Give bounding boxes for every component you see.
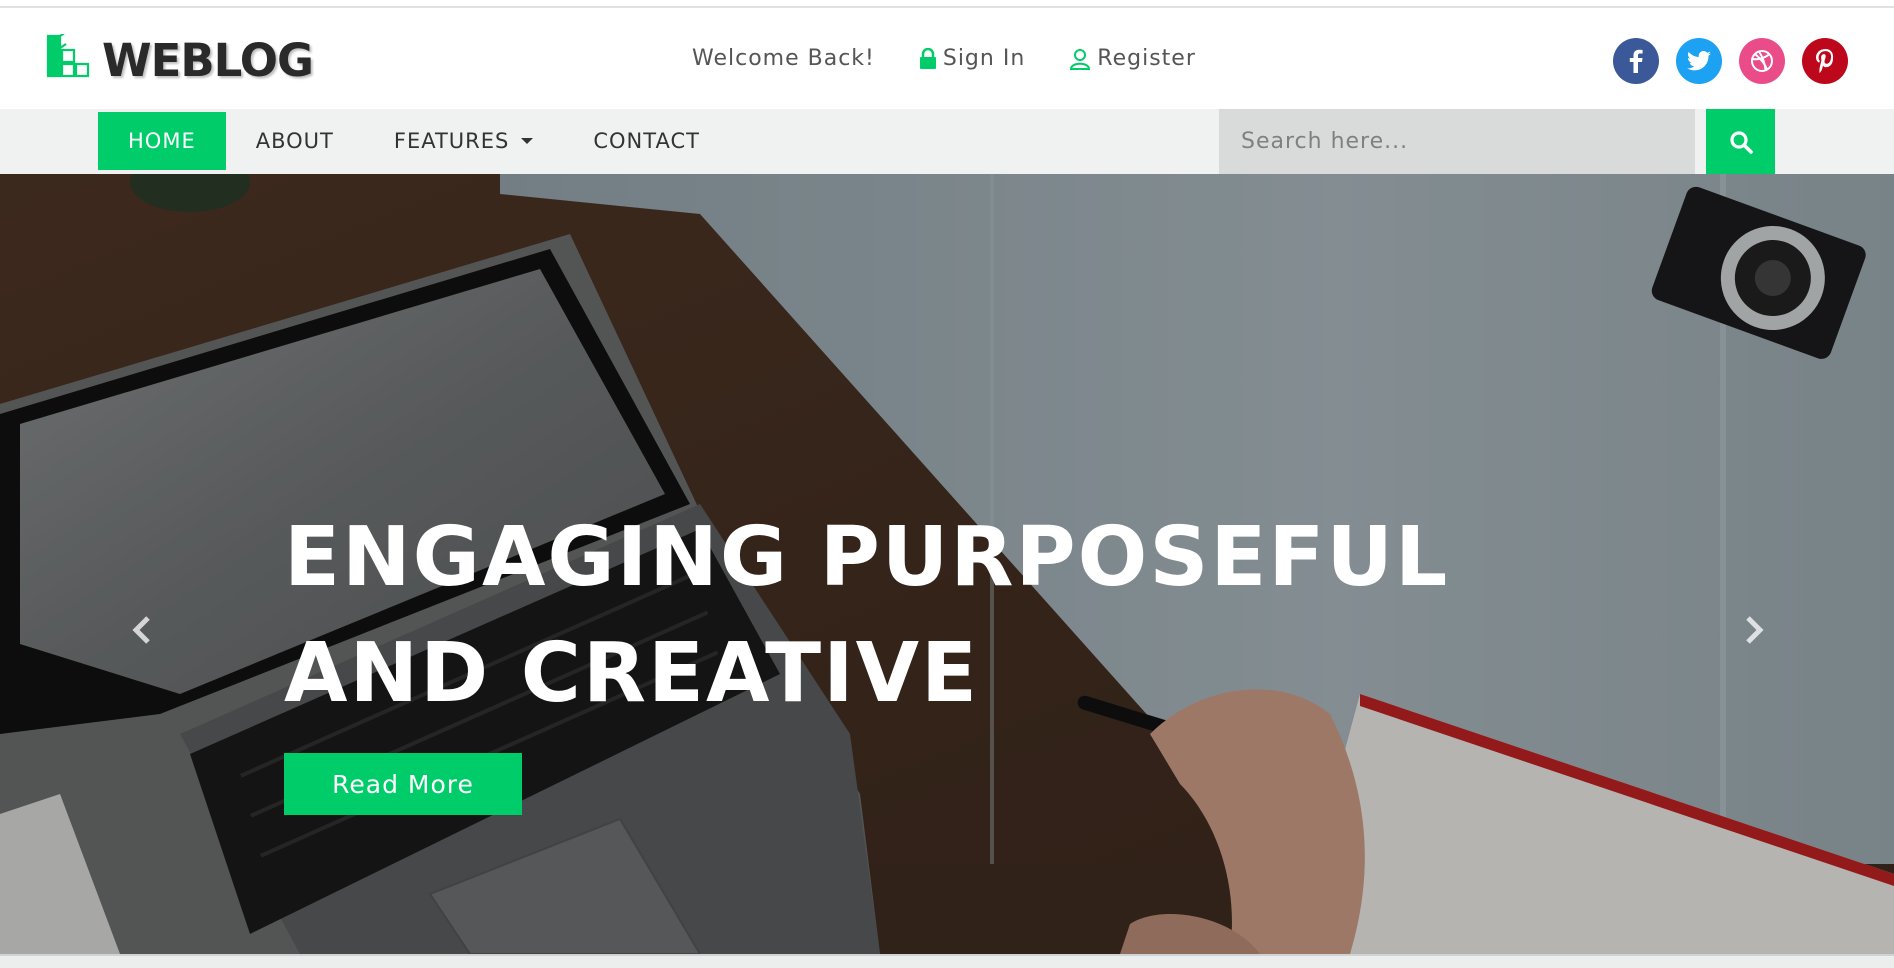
hero-carousel: ENGAGING PURPOSEFUL AND CREATIVE Read Mo…	[0, 174, 1894, 954]
sign-in-label: Sign In	[942, 46, 1026, 71]
hero-title: ENGAGING PURPOSEFUL AND CREATIVE	[284, 500, 1484, 732]
nav-item-contact[interactable]: CONTACT	[563, 112, 730, 170]
logo-cubes-icon	[46, 34, 90, 78]
nav-item-home[interactable]: HOME	[98, 112, 226, 170]
site-logo[interactable]: WEBLOG	[46, 32, 314, 88]
carousel-prev-icon[interactable]	[124, 612, 160, 648]
sign-in-link[interactable]: Sign In	[919, 46, 1025, 71]
carousel-next-icon[interactable]	[1736, 612, 1772, 648]
user-icon	[1070, 48, 1091, 70]
facebook-icon	[1629, 49, 1643, 73]
hero-title-line-1: ENGAGING PURPOSEFUL	[284, 510, 1450, 605]
read-more-button[interactable]: Read More	[284, 753, 522, 815]
search-input[interactable]	[1219, 109, 1695, 174]
top-links: Welcome Back! Sign In Register	[692, 46, 1240, 71]
nav-menu: HOME ABOUT FEATURES CONTACT	[98, 112, 730, 170]
facebook-button[interactable]	[1613, 38, 1659, 84]
site-header: WEBLOG Welcome Back! Sign In Register	[0, 10, 1894, 109]
pinterest-icon	[1816, 49, 1834, 73]
nav-features-label: FEATURES	[393, 129, 510, 153]
twitter-icon	[1687, 51, 1711, 71]
caret-down-icon	[521, 138, 534, 144]
dribbble-button[interactable]	[1739, 38, 1785, 84]
twitter-button[interactable]	[1676, 38, 1722, 84]
nav-item-about[interactable]: ABOUT	[226, 112, 364, 170]
logo-text: WEBLOG	[102, 33, 314, 87]
page-bottom-edge	[0, 954, 1894, 968]
register-label: Register	[1097, 46, 1196, 71]
nav-item-features[interactable]: FEATURES	[364, 112, 563, 170]
lock-icon	[919, 47, 936, 69]
register-link[interactable]: Register	[1069, 46, 1196, 71]
hero-title-line-2: AND CREATIVE	[284, 626, 980, 721]
dribbble-icon	[1751, 50, 1773, 72]
social-links	[1596, 38, 1848, 84]
welcome-text: Welcome Back!	[692, 46, 875, 71]
search-icon	[1729, 130, 1753, 154]
pinterest-button[interactable]	[1802, 38, 1848, 84]
top-border	[0, 0, 1894, 8]
search-button[interactable]	[1706, 109, 1775, 174]
